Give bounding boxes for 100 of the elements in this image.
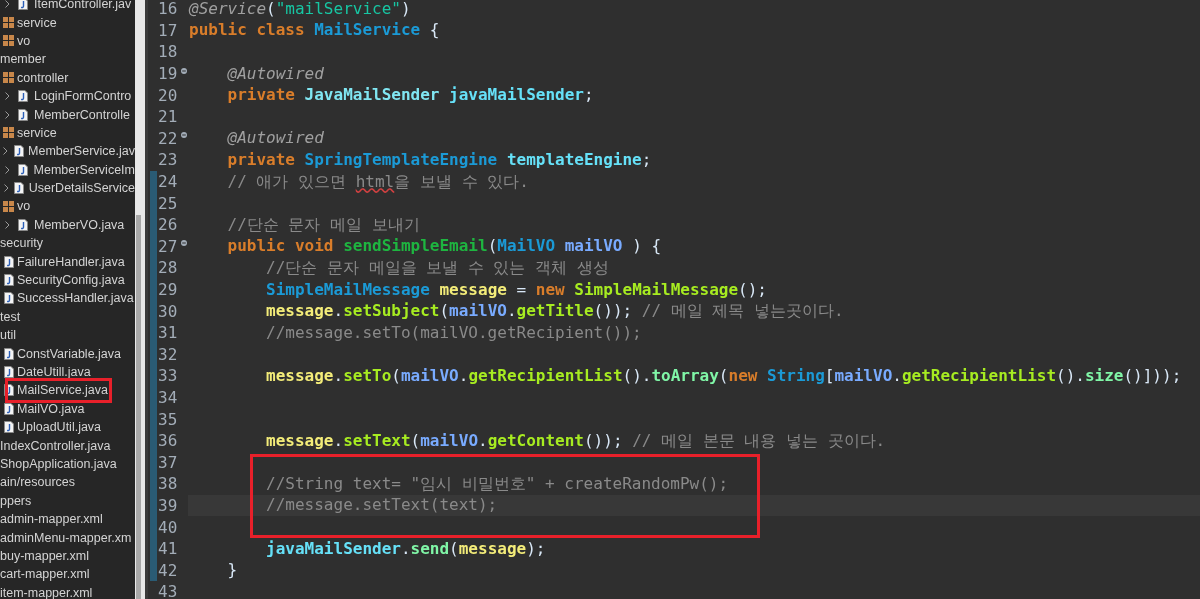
java-file-icon [18, 90, 28, 103]
folder-label[interactable]: util [0, 327, 16, 344]
code-line: @Autowired [226, 128, 324, 149]
file-label[interactable]: MemberServiceIm [33, 161, 135, 178]
line-number: 21 [157, 107, 179, 127]
folder-label[interactable]: adminMenu-mapper.xm [0, 529, 132, 546]
folder-label[interactable]: ShopApplication.java [0, 455, 117, 472]
code-line: //단순 문자 메일을 보낼 수 있는 객체 생성 [265, 257, 609, 278]
line-number: 18 [157, 42, 179, 62]
chevron-icon[interactable] [5, 220, 10, 229]
code-line: javaMailSender.send(message); [265, 538, 546, 559]
java-file-icon [4, 366, 14, 378]
line-number: 26 [157, 215, 179, 235]
line-number: 23 [157, 150, 179, 170]
folder-label[interactable]: item-mapper.xml [0, 584, 93, 599]
scrollbar[interactable] [135, 0, 145, 599]
file-label[interactable]: ItemController.jav [34, 0, 132, 13]
code-line: message.setText(mailVO.getContent()); // 메일 본문 내용 넣는 곳이다. [265, 430, 886, 451]
line-number: 40 [157, 517, 179, 537]
file-label[interactable]: MemberControlle [34, 106, 130, 123]
code-line: @Autowired [226, 63, 324, 84]
line-number: 28 [157, 258, 179, 278]
chevron-icon[interactable] [3, 184, 9, 193]
package-label[interactable]: service [17, 124, 57, 141]
file-label[interactable]: MailService.java [17, 382, 108, 399]
line-number: 30 [157, 301, 179, 321]
line-number: 35 [157, 409, 179, 429]
folder-label[interactable]: ain/resources [0, 474, 76, 491]
package-icon [3, 127, 14, 139]
java-file-icon [14, 182, 25, 195]
package-icon [3, 35, 14, 47]
java-file-icon [4, 255, 14, 268]
file-label[interactable]: UploadUtil.java [17, 419, 102, 436]
line-number: 34 [157, 388, 179, 407]
folder-label[interactable]: cart-mapper.xml [0, 566, 90, 583]
package-label[interactable]: controller [17, 69, 69, 86]
file-label[interactable]: MemberService.jav [28, 143, 135, 160]
line-number: 38 [157, 474, 179, 494]
code-line: //message.setTo(mailVO.getRecipient()); [265, 322, 642, 343]
file-label[interactable]: MemberVO.java [34, 216, 125, 233]
code-line: SimpleMailMessage message = new SimpleMailMessage(); [265, 279, 767, 300]
line-number: 41 [157, 539, 179, 559]
java-file-icon [4, 347, 14, 360]
line-number: 20 [157, 85, 179, 105]
line-number: 43 [157, 582, 179, 599]
code-line: message.setSubject(mailVO.getTitle()); // 메일 제목 넣는곳이다. [265, 301, 844, 322]
java-file-icon [4, 402, 14, 415]
folder-label[interactable]: buy-mapper.xml [0, 547, 89, 564]
package-label[interactable]: service [17, 14, 57, 31]
folder-label[interactable]: admin-mapper.xml [0, 511, 103, 528]
chevron-icon[interactable] [5, 0, 10, 9]
line-number: 25 [157, 193, 179, 213]
java-file-icon [18, 108, 28, 121]
line-number: 22 [157, 128, 179, 148]
file-label[interactable]: MailVO.java [17, 400, 85, 417]
code-line: private JavaMailSender javaMailSender; [226, 85, 594, 106]
file-label[interactable]: UserDetailsService [28, 180, 135, 197]
package-label[interactable]: vo [17, 198, 31, 215]
line-number: 29 [157, 280, 179, 299]
code-line: // 애가 있으면 html을 보낼 수 있다. [226, 171, 529, 192]
folder-label[interactable]: member [0, 51, 46, 68]
line-number: 16 [157, 0, 179, 19]
java-file-icon [4, 274, 14, 287]
line-number: 32 [157, 344, 179, 364]
file-label[interactable]: LoginFormContro [34, 88, 132, 105]
code-line: private SpringTemplateEngine templateEngine; [226, 149, 652, 170]
file-label[interactable]: SecurityConfig.java [17, 272, 125, 289]
file-label[interactable]: DateUtill.java [17, 364, 91, 380]
package-label[interactable]: vo [17, 32, 31, 49]
line-number: 31 [157, 323, 179, 343]
folder-label[interactable]: test [0, 308, 21, 325]
java-file-icon [17, 163, 28, 176]
fold-icon[interactable] [181, 67, 187, 74]
code-line: //단순 문자 메일 보내기 [226, 214, 420, 235]
file-label[interactable]: FailureHandler.java [17, 253, 125, 270]
line-number: 42 [157, 560, 179, 580]
file-label[interactable]: SuccessHandler.java [17, 290, 134, 307]
fold-icon[interactable] [181, 240, 187, 247]
line-number: 24 [157, 172, 179, 192]
code-line: public class MailService { [189, 20, 440, 41]
java-file-icon [4, 292, 14, 305]
folder-label[interactable]: security [0, 235, 44, 252]
package-icon [3, 17, 14, 29]
java-file-icon [4, 384, 14, 397]
package-icon [3, 201, 14, 212]
code-line: message.setTo(mailVO.getRecipientList().toArray(new String[mailVO.getRecipientList().size()])); [265, 365, 1182, 386]
code-line: public void sendSimpleEmail(MailVO mailVO ) { [226, 236, 662, 257]
folder-label[interactable]: ppers [0, 492, 32, 509]
line-number: 17 [157, 20, 179, 40]
fold-icon[interactable] [181, 132, 187, 139]
line-number: 33 [157, 366, 179, 386]
java-file-icon [18, 218, 28, 231]
folder-label[interactable]: IndexController.java [0, 437, 111, 454]
java-file-icon [13, 145, 24, 158]
code-line: } [226, 560, 238, 581]
java-file-icon [4, 421, 14, 434]
code-line: //String text= "임시 비밀번호" + createRandomPw(); [265, 473, 729, 494]
file-label[interactable]: ConstVariable.java [17, 345, 121, 362]
package-icon [3, 72, 14, 84]
code-line: //message.setText(text); [265, 495, 498, 516]
